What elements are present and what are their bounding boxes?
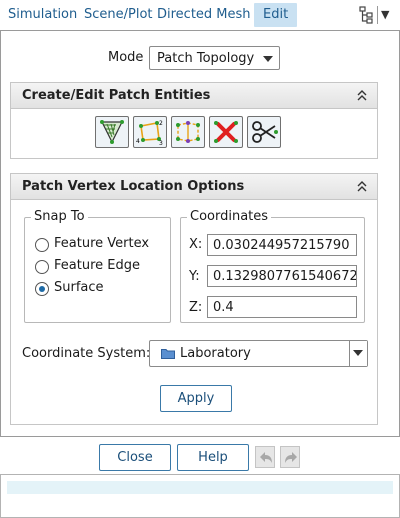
svg-text:4: 4 — [136, 138, 140, 145]
coordinate-system-value: Laboratory — [180, 346, 251, 361]
folder-icon — [161, 349, 175, 359]
close-button[interactable]: Close — [99, 444, 171, 471]
create-patch-icon — [100, 120, 124, 144]
radio-label: Feature Vertex — [54, 236, 150, 251]
x-label: X: — [189, 237, 203, 252]
z-coordinate-field[interactable]: 0.4 — [207, 296, 357, 318]
delete-icon — [214, 121, 238, 143]
create-patch-button[interactable] — [95, 116, 129, 148]
delete-button[interactable] — [209, 116, 243, 148]
mode-label: Mode — [108, 50, 144, 65]
tab-edit[interactable]: Edit — [254, 3, 298, 27]
help-button[interactable]: Help — [177, 444, 249, 471]
patch-entities-title: Create/Edit Patch Entities — [22, 88, 211, 103]
coordinate-system-select[interactable]: Laboratory — [149, 340, 368, 367]
hierarchy-icon[interactable] — [358, 6, 374, 24]
four-corner-patch-button[interactable]: 4 2 3 — [133, 116, 167, 148]
chevron-down-icon — [263, 56, 273, 62]
radio-label: Feature Edge — [54, 258, 140, 273]
snap-to-legend: Snap To — [31, 209, 88, 224]
split-patch-icon — [176, 121, 200, 143]
coordinates-legend: Coordinates — [187, 209, 272, 224]
tab-scene-plot[interactable]: Scene/Plot — [84, 3, 153, 27]
collapse-icon[interactable] — [355, 86, 369, 104]
top-tab-bar: Simulation Scene/Plot Directed Mesh Edit… — [0, 0, 400, 30]
redo-icon — [285, 452, 297, 463]
snap-to-fieldset: Snap To Feature Vertex Feature Edge Surf… — [24, 209, 171, 323]
svg-text:2: 2 — [159, 120, 163, 127]
coordinate-system-label: Coordinate System: — [22, 346, 151, 361]
vertex-options-title: Patch Vertex Location Options — [22, 179, 245, 194]
vertex-options-header[interactable]: Patch Vertex Location Options — [11, 174, 377, 200]
chevron-down-icon[interactable]: ▼ — [381, 8, 389, 21]
mode-select-value: Patch Topology — [157, 51, 255, 66]
collapse-icon[interactable] — [355, 177, 369, 195]
patch-entities-header[interactable]: Create/Edit Patch Entities — [11, 83, 377, 109]
x-coordinate-field[interactable]: 0.030244957215790 — [207, 234, 357, 256]
status-area — [0, 474, 400, 518]
radio-button[interactable] — [35, 238, 49, 252]
radio-button[interactable] — [35, 260, 49, 274]
chevron-down-icon — [353, 350, 363, 356]
patch-entities-group: Create/Edit Patch Entities 4 2 3 — [10, 82, 378, 159]
coordinate-system-dropdown-button[interactable] — [349, 341, 367, 366]
toolbar-separator — [377, 6, 378, 24]
split-patch-button[interactable] — [171, 116, 205, 148]
scissors-button[interactable] — [247, 116, 281, 148]
redo-button[interactable] — [280, 446, 300, 468]
status-bar — [7, 481, 393, 494]
four-corner-patch-icon: 4 2 3 — [136, 120, 163, 145]
coordinates-fieldset: Coordinates X: 0.030244957215790 Y: 0.13… — [180, 209, 365, 323]
tab-simulation[interactable]: Simulation — [8, 3, 77, 27]
y-label: Y: — [189, 269, 200, 284]
tab-directed-mesh[interactable]: Directed Mesh — [157, 3, 251, 27]
undo-button[interactable] — [255, 446, 275, 468]
radio-label: Surface — [54, 280, 104, 295]
svg-text:3: 3 — [159, 140, 163, 145]
scissors-icon — [252, 121, 278, 143]
apply-button[interactable]: Apply — [160, 385, 232, 412]
undo-icon — [260, 452, 272, 463]
radio-button-selected[interactable] — [35, 282, 49, 296]
mode-select[interactable]: Patch Topology — [149, 46, 280, 70]
y-coordinate-field[interactable]: 0.13298077615406722 — [207, 265, 357, 287]
z-label: Z: — [189, 300, 203, 315]
